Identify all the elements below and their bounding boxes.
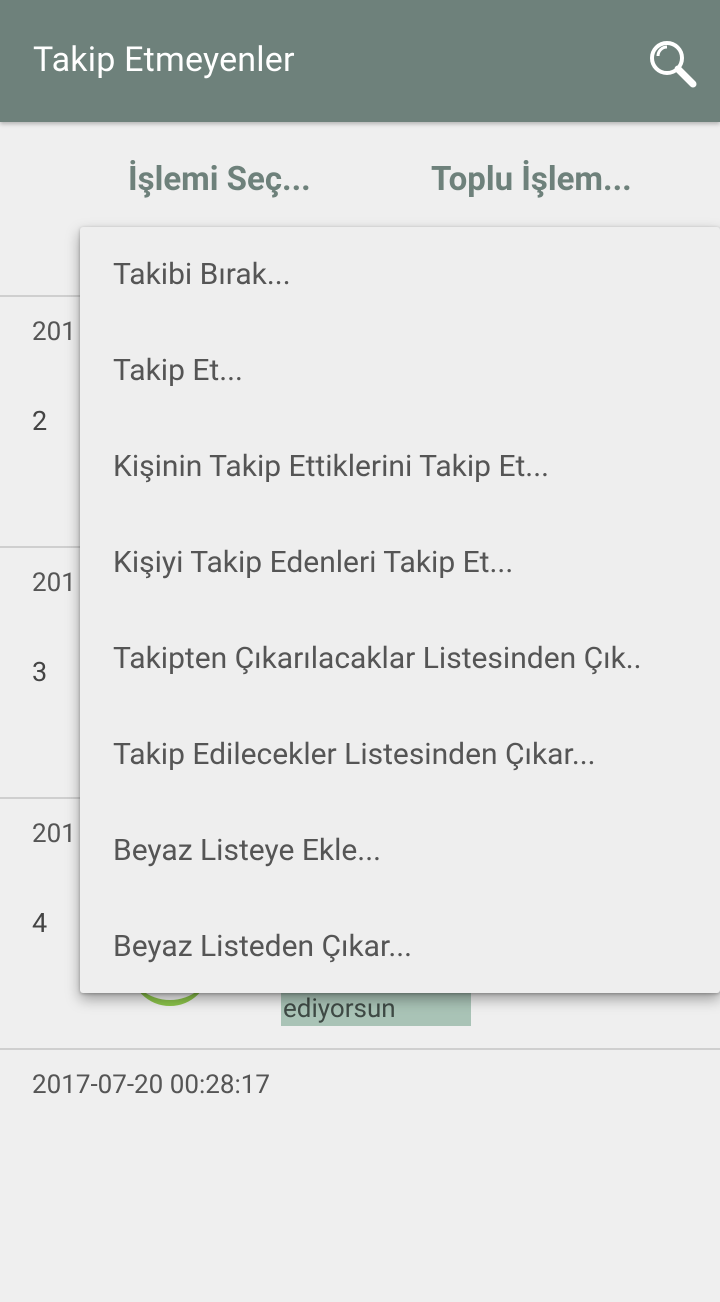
menu-item-follow[interactable]: Takip Et... bbox=[80, 323, 720, 419]
menu-item-remove-whitelist[interactable]: Beyaz Listeden Çıkar... bbox=[80, 899, 720, 995]
status-tag: ediyorsun bbox=[281, 993, 471, 1026]
bulk-action-button[interactable]: Toplu İşlem... bbox=[431, 160, 632, 199]
search-icon[interactable] bbox=[645, 36, 701, 92]
menu-item-add-whitelist[interactable]: Beyaz Listeye Ekle... bbox=[80, 803, 720, 899]
select-action-button[interactable]: İşlemi Seç... bbox=[128, 160, 311, 199]
item-number: 2 bbox=[32, 405, 48, 437]
menu-item-follow-followers[interactable]: Kişiyi Takip Edenleri Takip Et... bbox=[80, 515, 720, 611]
action-bar: İşlemi Seç... Toplu İşlem... bbox=[0, 122, 720, 242]
app-bar: Takip Etmeyenler bbox=[0, 0, 720, 122]
list-item[interactable]: 2017-07-20 00:28:17 bbox=[0, 1048, 720, 1302]
menu-item-remove-unfollow-list[interactable]: Takipten Çıkarılacaklar Listesinden Çık.… bbox=[80, 611, 720, 707]
item-number: 4 bbox=[32, 907, 48, 939]
item-number: 3 bbox=[32, 656, 48, 688]
menu-item-unfollow[interactable]: Takibi Bırak... bbox=[80, 227, 720, 323]
page-title: Takip Etmeyenler bbox=[33, 40, 295, 80]
action-menu: Takibi Bırak... Takip Et... Kişinin Taki… bbox=[80, 227, 720, 993]
item-date: 201 bbox=[32, 568, 76, 598]
item-date: 2017-07-20 00:28:17 bbox=[32, 1070, 270, 1100]
item-date: 201 bbox=[32, 317, 76, 347]
menu-item-remove-follow-list[interactable]: Takip Edilecekler Listesinden Çıkar... bbox=[80, 707, 720, 803]
menu-item-follow-followings[interactable]: Kişinin Takip Ettiklerini Takip Et... bbox=[80, 419, 720, 515]
item-date: 201 bbox=[32, 819, 76, 849]
